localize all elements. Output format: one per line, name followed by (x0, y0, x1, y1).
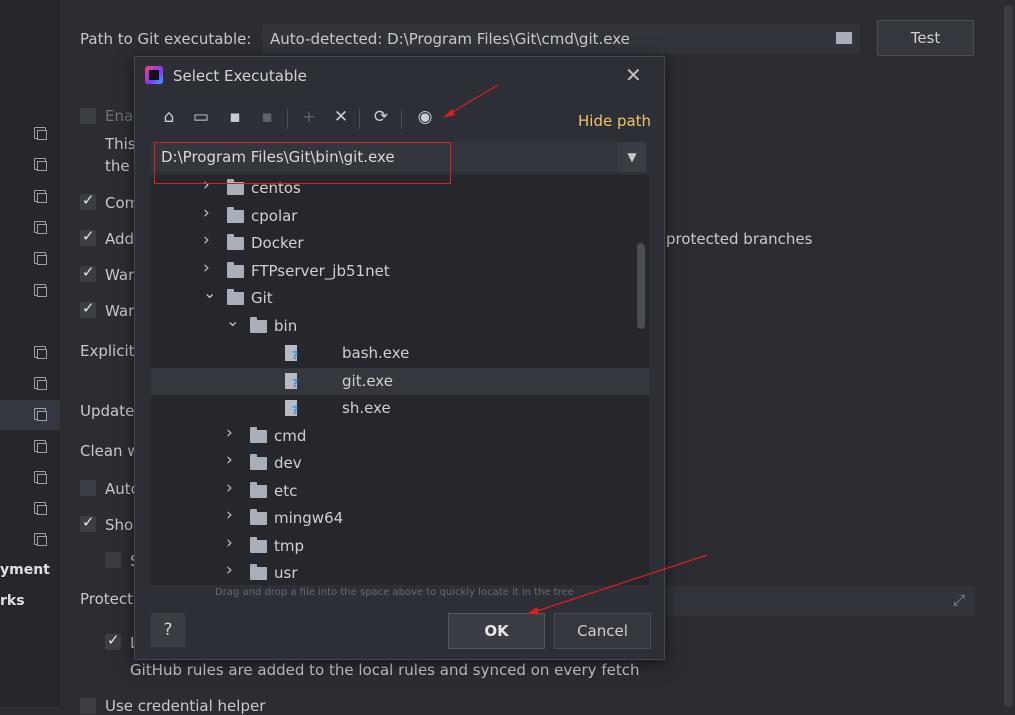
annotation-arrowhead (443, 109, 455, 118)
annotation-arrow-toolbar (448, 84, 499, 115)
annotation-arrow-ok (533, 554, 708, 613)
annotation-arrows (443, 84, 708, 614)
annotation-arrowhead (527, 607, 539, 614)
